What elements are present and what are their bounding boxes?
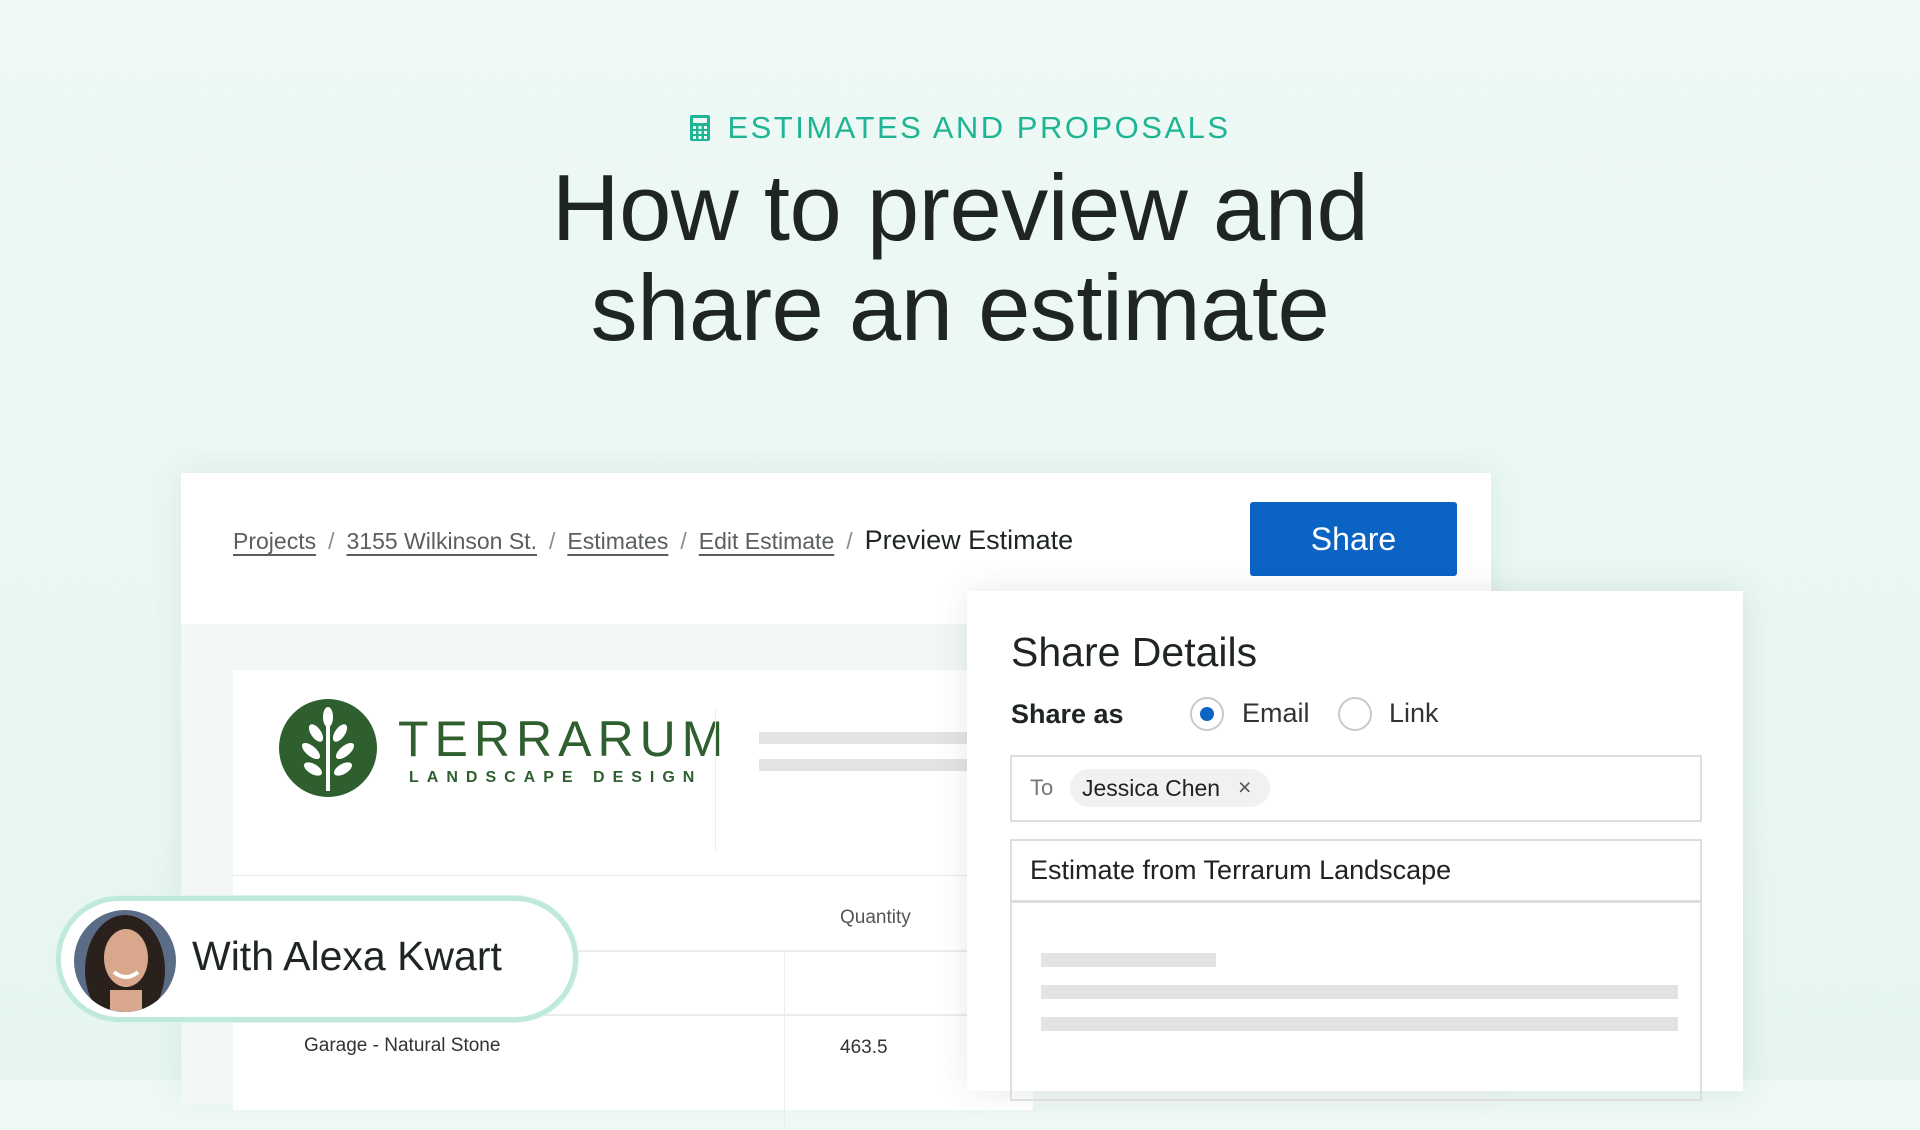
option-link[interactable]: Link xyxy=(1389,698,1439,729)
presenter-label: With Alexa Kwart xyxy=(192,933,502,979)
breadcrumb-projects[interactable]: Projects xyxy=(233,528,316,554)
share-as-label: Share as xyxy=(1011,699,1124,729)
to-field[interactable]: To Jessica Chen × xyxy=(1010,755,1702,822)
subject-text: Estimate from Terrarum Landscape xyxy=(1030,855,1452,885)
placeholder-bar xyxy=(1041,985,1678,999)
breadcrumb-separator: / xyxy=(846,528,853,554)
logo-name: TERRARUM xyxy=(398,711,730,767)
calculator-icon xyxy=(690,115,711,141)
radio-link[interactable] xyxy=(1338,697,1372,731)
to-label: To xyxy=(1030,775,1054,800)
title-line: share an estimate xyxy=(590,255,1330,360)
divider xyxy=(715,710,716,850)
radio-email[interactable] xyxy=(1190,697,1224,731)
panel-title: Share Details xyxy=(1011,629,1258,675)
recipient-chip: Jessica Chen × xyxy=(1070,769,1270,807)
remove-recipient-icon[interactable]: × xyxy=(1238,774,1251,801)
breadcrumb-address[interactable]: 3155 Wilkinson St. xyxy=(346,528,536,554)
breadcrumb-estimates[interactable]: Estimates xyxy=(567,528,668,554)
avatar xyxy=(74,910,176,1012)
breadcrumb-separator: / xyxy=(328,528,335,554)
presenter-badge: With Alexa Kwart xyxy=(56,896,578,1022)
divider xyxy=(784,950,785,1130)
breadcrumb-separator: / xyxy=(680,528,687,554)
placeholder-bar xyxy=(1041,953,1216,967)
page-title: How to preview and share an estimate xyxy=(0,158,1920,358)
breadcrumb-separator: / xyxy=(548,528,556,554)
category-label: ESTIMATES AND PROPOSALS xyxy=(0,110,1920,146)
subject-field[interactable]: Estimate from Terrarum Landscape xyxy=(1010,839,1702,903)
row-quantity: 463.5 xyxy=(840,1037,888,1058)
breadcrumb-current: Preview Estimate xyxy=(864,525,1074,555)
recipient-name: Jessica Chen xyxy=(1082,775,1221,801)
title-line: How to preview and xyxy=(551,155,1369,260)
breadcrumb-edit-estimate[interactable]: Edit Estimate xyxy=(699,528,835,554)
divider xyxy=(233,875,1033,876)
column-quantity: Quantity xyxy=(840,907,911,928)
category-text: ESTIMATES AND PROPOSALS xyxy=(727,110,1231,145)
terrarum-logo-icon xyxy=(279,699,377,797)
estimate-document: TERRARUM LANDSCAPE DESIGN Quantity Garag… xyxy=(233,670,1033,1130)
placeholder-bar xyxy=(1041,1017,1678,1031)
logo-tagline: LANDSCAPE DESIGN xyxy=(409,769,703,786)
share-details-panel: Share Details Share as Email Link To Jes… xyxy=(967,591,1743,1101)
breadcrumb: Projects / 3155 Wilkinson St. / Estimates / Ed… xyxy=(233,525,1073,556)
row-item: Garage - Natural Stone xyxy=(304,1035,501,1056)
option-email[interactable]: Email xyxy=(1242,698,1310,729)
share-button[interactable]: Share xyxy=(1250,502,1457,576)
message-field[interactable] xyxy=(1010,901,1702,1101)
